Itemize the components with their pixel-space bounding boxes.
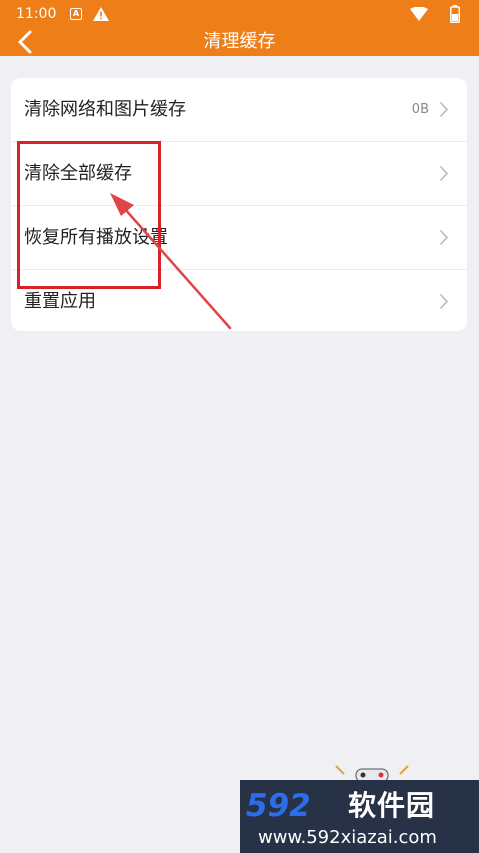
app-notification-icon: A: [70, 8, 82, 20]
page-title: 清理缓存: [203, 31, 276, 52]
chevron-right-icon: [439, 229, 449, 246]
chevron-right-icon: [439, 293, 449, 310]
wifi-icon: [410, 7, 428, 21]
status-time: 11:00: [16, 6, 57, 22]
warning-icon: [93, 7, 109, 21]
watermark-brand-name: 软件园: [348, 789, 436, 822]
clear-network-image-cache-item[interactable]: 清除网络和图片缓存 0B: [11, 78, 467, 142]
watermark-url: www.592xiazai.com: [258, 827, 437, 848]
watermark-banner: 592 软件园 www.592xiazai.com: [240, 780, 479, 853]
cache-size-value: 0B: [411, 102, 429, 117]
chevron-right-icon: [439, 165, 449, 182]
watermark-brand-number: 592: [246, 788, 311, 824]
list-item-label: 清除网络和图片缓存: [24, 99, 186, 120]
app-bar: 清理缓存: [0, 28, 479, 56]
battery-icon: [450, 5, 460, 23]
chevron-right-icon: [439, 101, 449, 118]
status-bar: 11:00 A: [0, 0, 479, 28]
highlight-box: [17, 141, 161, 289]
